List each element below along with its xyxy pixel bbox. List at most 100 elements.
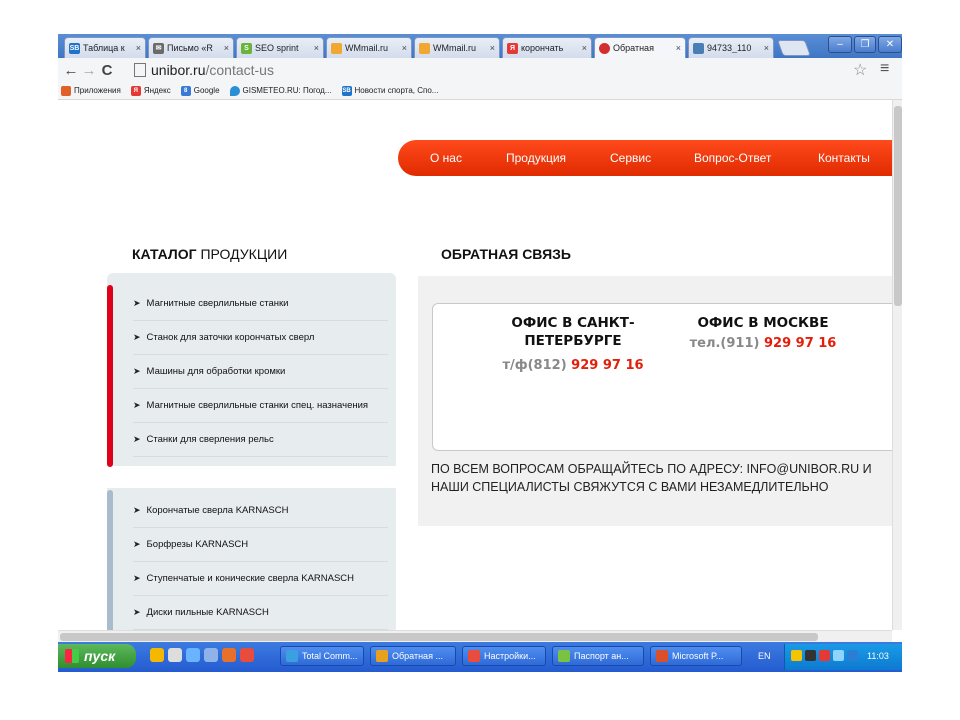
google-icon: 8 [180,85,191,96]
bookmark-star-icon[interactable]: ☆ [853,60,867,80]
nav-item-service[interactable]: Сервис [610,140,651,176]
close-tab-icon[interactable]: × [224,43,229,53]
close-tab-icon[interactable]: × [136,43,141,53]
bookmark-yandex[interactable]: Я Яндекс [130,85,171,96]
volume-icon[interactable] [805,650,816,661]
tray-icon[interactable] [791,650,802,661]
reload-icon[interactable]: C [98,62,116,79]
catalog-item[interactable]: ➤ Борфрезы KARNASCH [133,528,388,562]
catalog-item[interactable]: ➤ Магнитные сверлильные станки спец. назн… [133,389,388,423]
network-icon[interactable] [847,650,858,661]
catalog-item[interactable]: ➤ Диски пильные KARNASCH [133,596,388,630]
scroll-thumb[interactable] [60,633,818,641]
ie-icon[interactable] [186,648,200,662]
quicklaunch-icon[interactable] [150,648,164,662]
bookmark-google[interactable]: 8 Google [180,85,220,96]
close-tab-icon[interactable]: × [764,43,769,53]
chevron-right-icon: ➤ [133,400,141,410]
nav-item-contacts[interactable]: Контакты [818,140,870,176]
unibor-favicon-icon [599,42,610,54]
close-tab-icon[interactable]: × [314,43,319,53]
catalog-item[interactable]: ➤ Ступенчатые и конические сверла KARNASC… [133,562,388,596]
nav-item-products[interactable]: Продукция [506,140,566,176]
screen: SB Таблица к × ✉ Письмо «R × S SEO sprin… [58,34,902,672]
gismeteo-icon [229,85,240,96]
catalog-item[interactable]: ➤ Корончатые сверла KARNASCH [133,494,388,528]
nav-item-faq[interactable]: Вопрос-Ответ [694,140,771,176]
minimize-button[interactable]: – [828,36,852,53]
seo-favicon-icon: S [241,42,252,54]
tab-label: WMmail.ru [433,43,476,53]
bookmarks-bar: Приложения Я Яндекс 8 Google GISMETEO.RU: … [58,82,902,100]
passport-app-icon [558,650,570,662]
catalog-item-label: Борфрезы KARNASCH [146,539,249,550]
task-button[interactable]: Microsoft P... [650,646,742,666]
task-label: Microsoft P... [672,651,724,661]
browser-tab[interactable]: WMmail.ru × [326,37,412,58]
nav-item-about[interactable]: О нас [430,140,462,176]
feedback-note: ПО ВСЕМ ВОПРОСАМ ОБРАЩАЙТЕСЬ ПО АДРЕСУ: … [431,462,872,494]
quicklaunch-icon[interactable] [240,648,254,662]
browser-tab[interactable]: 94733_110 × [688,37,774,58]
start-button[interactable]: пуск [58,644,136,668]
menu-icon[interactable]: ≡ [880,60,889,78]
browser-tab[interactable]: S SEO sprint × [236,37,324,58]
system-tray: 11:03 [784,644,902,670]
new-tab-button[interactable] [777,40,811,56]
catalog-title: КАТАЛОГ ПРОДУКЦИИ [132,246,287,262]
sidebar-accent-blue [107,490,113,630]
start-label: пуск [84,648,116,664]
phone-number: 929 97 16 [763,336,837,351]
catalog-item[interactable]: ➤ Машины для обработки кромки [133,355,388,389]
task-button[interactable]: Паспорт ан... [552,646,644,666]
antivirus-icon[interactable] [819,650,830,661]
tab-label: Таблица к [83,43,125,53]
task-button[interactable]: Обратная ... [370,646,456,666]
url-field[interactable]: unibor.ru/contact-us [134,61,870,79]
scroll-thumb[interactable] [894,106,902,306]
vertical-scrollbar[interactable] [892,100,902,630]
catalog-item[interactable]: ➤ Станки для сверления рельс [133,423,388,457]
bookmark-sports-news[interactable]: SB Новости спорта, Спо... [341,85,438,96]
maximize-button[interactable]: ❐ [854,36,876,53]
sports-favicon-icon: SB [69,42,80,54]
chevron-right-icon: ➤ [133,607,141,617]
close-tab-icon[interactable]: × [582,43,587,53]
tab-bar: SB Таблица к × ✉ Письмо «R × S SEO sprin… [58,34,902,58]
clock: 11:03 [867,651,889,661]
forward-arrow-icon[interactable]: → [80,62,98,79]
bookmark-gismeteo[interactable]: GISMETEO.RU: Погод... [229,85,332,96]
task-button[interactable]: Total Comm... [280,646,364,666]
close-tab-icon[interactable]: × [676,43,681,53]
browser-tab-active[interactable]: Обратная × [594,37,686,58]
sports-news-icon: SB [341,85,352,96]
chevron-right-icon: ➤ [133,573,141,583]
sidebar-accent-red [107,285,113,467]
bookmark-apps[interactable]: Приложения [61,85,121,96]
browser-tab[interactable]: ✉ Письмо «R × [148,37,234,58]
close-window-button[interactable]: ✕ [878,36,902,53]
tab-label: корончать [521,43,564,53]
catalog-item[interactable]: ➤ Станок для заточки корончатых сверл [133,321,388,355]
back-arrow-icon[interactable]: ← [62,62,80,79]
bookmark-label: GISMETEO.RU: Погод... [242,86,332,95]
language-indicator[interactable]: EN [758,651,771,661]
browser-tab[interactable]: WMmail.ru × [414,37,500,58]
browser-tab[interactable]: SB Таблица к × [64,37,146,58]
task-button[interactable]: Настройки... [462,646,546,666]
quicklaunch-icon[interactable] [168,648,182,662]
mail-favicon-icon: ✉ [153,42,164,54]
browser-tab[interactable]: Я корончать × [502,37,592,58]
chrome-icon[interactable] [222,648,236,662]
url-host: unibor.ru [151,62,206,78]
close-tab-icon[interactable]: × [490,43,495,53]
taskbar: пуск Total Comm... Обратная ... Настройк… [58,642,902,672]
catalog-title-rest: ПРОДУКЦИИ [200,246,288,262]
horizontal-scrollbar[interactable] [58,630,892,642]
tray-icon[interactable] [833,650,844,661]
close-tab-icon[interactable]: × [402,43,407,53]
catalog-item[interactable]: ➤ Магнитные сверлильные станки [133,287,388,321]
desktop-icon[interactable] [204,648,218,662]
windows-flag-icon [65,649,79,663]
total-commander-icon [286,650,298,662]
